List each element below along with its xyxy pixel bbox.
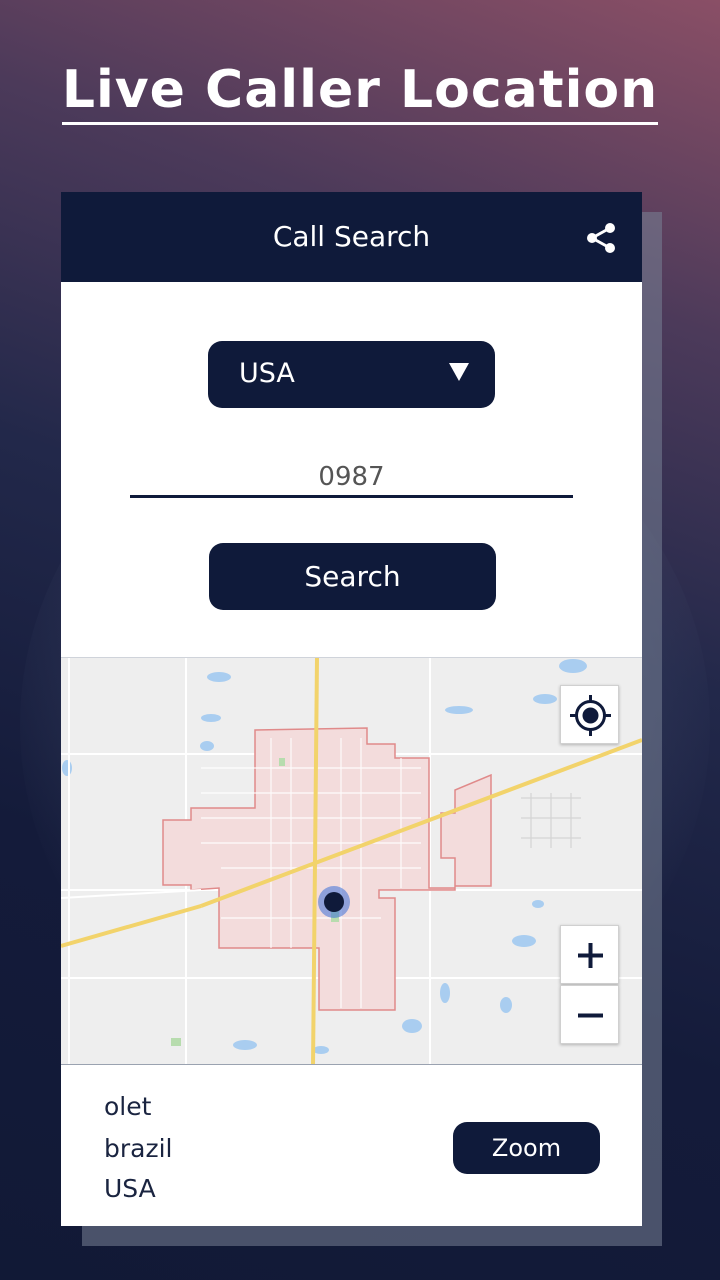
top-bar: Call Search xyxy=(61,192,642,282)
page-title: Call Search xyxy=(272,220,431,253)
app-card: Call Search USA Search xyxy=(61,192,642,1226)
promo-title: Live Caller Location xyxy=(0,60,720,125)
result-line-country: USA xyxy=(104,1174,156,1203)
plus-icon xyxy=(578,943,603,968)
map-zoom-out-button[interactable] xyxy=(560,985,619,1044)
share-icon[interactable] xyxy=(585,222,617,254)
zoom-button[interactable]: Zoom xyxy=(453,1122,600,1174)
result-line-city: olet xyxy=(104,1092,152,1121)
map-canvas xyxy=(61,658,642,1064)
country-selected-value: USA xyxy=(239,358,295,389)
country-dropdown[interactable]: USA xyxy=(208,341,495,408)
phone-number-input[interactable] xyxy=(130,458,573,498)
chevron-down-icon xyxy=(449,363,469,381)
crosshair-icon xyxy=(570,695,611,736)
map-view[interactable] xyxy=(61,657,642,1065)
my-location-button[interactable] xyxy=(560,685,619,744)
map-zoom-in-button[interactable] xyxy=(560,925,619,984)
location-marker-icon xyxy=(318,886,350,918)
result-line-region: brazil xyxy=(104,1134,173,1163)
search-button[interactable]: Search xyxy=(209,543,496,610)
minus-icon xyxy=(578,1013,603,1018)
